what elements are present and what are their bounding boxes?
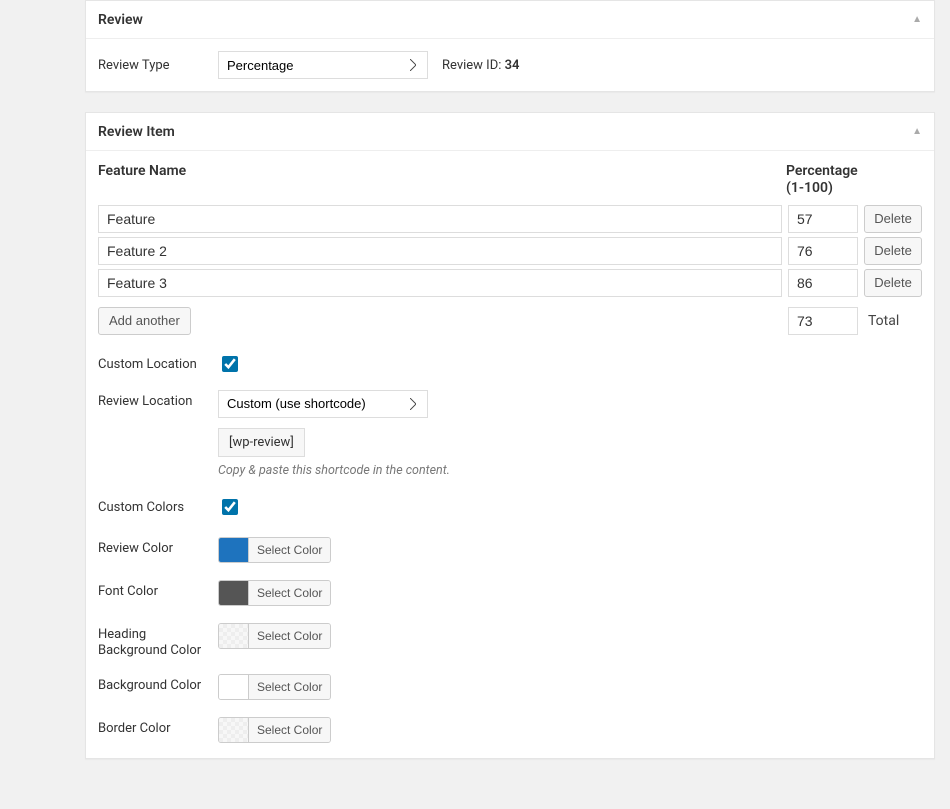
review-panel-title: Review [98,12,143,28]
col-percentage: Percentage (1-100) [786,163,862,197]
color-row: Font Color Select Color [98,580,922,609]
review-panel-header: Review ▲ [86,1,934,39]
review-location-label: Review Location [98,390,218,411]
color-swatch [219,624,249,648]
feature-row: Delete [98,237,922,265]
shortcode-box[interactable]: [wp-review] [218,428,305,457]
feature-name-input[interactable] [98,205,782,233]
feature-name-input[interactable] [98,237,782,265]
feature-row: Delete [98,269,922,297]
custom-location-checkbox[interactable] [222,356,238,372]
collapse-icon[interactable]: ▲ [912,14,922,25]
feature-percentage-input[interactable] [788,269,858,297]
color-row: Border Color Select Color [98,717,922,746]
color-picker[interactable]: Select Color [218,580,331,606]
select-color-button[interactable]: Select Color [249,675,330,699]
select-color-button[interactable]: Select Color [249,718,330,742]
select-color-button[interactable]: Select Color [249,624,330,648]
color-swatch [219,718,249,742]
review-item-panel-header: Review Item ▲ [86,113,934,151]
review-item-panel-title: Review Item [98,124,175,140]
review-panel: Review ▲ Review Type Percentage Review I… [85,0,935,92]
select-color-button[interactable]: Select Color [249,538,330,562]
select-color-button[interactable]: Select Color [249,581,330,605]
shortcode-hint: Copy & paste this shortcode in the conte… [218,463,922,478]
color-label: Font Color [98,580,218,601]
add-another-button[interactable]: Add another [98,307,191,335]
color-row: Heading Background Color Select Color [98,623,922,661]
color-row: Background Color Select Color [98,674,922,703]
delete-button[interactable]: Delete [864,269,922,297]
feature-percentage-input[interactable] [788,205,858,233]
custom-colors-label: Custom Colors [98,496,218,517]
feature-name-input[interactable] [98,269,782,297]
review-location-select[interactable]: Custom (use shortcode) [218,390,428,418]
total-value-input[interactable] [788,307,858,335]
color-picker[interactable]: Select Color [218,537,331,563]
color-label: Border Color [98,717,218,738]
custom-location-label: Custom Location [98,353,218,374]
feature-row: Delete [98,205,922,233]
color-label: Review Color [98,537,218,558]
custom-colors-checkbox[interactable] [222,499,238,515]
review-type-select[interactable]: Percentage [218,51,428,79]
color-picker[interactable]: Select Color [218,674,331,700]
delete-button[interactable]: Delete [864,237,922,265]
feature-percentage-input[interactable] [788,237,858,265]
review-type-label: Review Type [98,58,218,73]
color-swatch [219,581,249,605]
color-label: Heading Background Color [98,623,218,661]
delete-button[interactable]: Delete [864,205,922,233]
collapse-icon[interactable]: ▲ [912,126,922,137]
review-item-panel: Review Item ▲ Feature Name Percentage (1… [85,112,935,759]
color-picker[interactable]: Select Color [218,717,331,743]
review-id: Review ID: 34 [442,58,519,73]
total-label: Total [864,313,922,329]
color-label: Background Color [98,674,218,695]
col-feature-name: Feature Name [98,163,786,197]
color-swatch [219,538,249,562]
color-swatch [219,675,249,699]
color-row: Review Color Select Color [98,537,922,566]
color-picker[interactable]: Select Color [218,623,331,649]
